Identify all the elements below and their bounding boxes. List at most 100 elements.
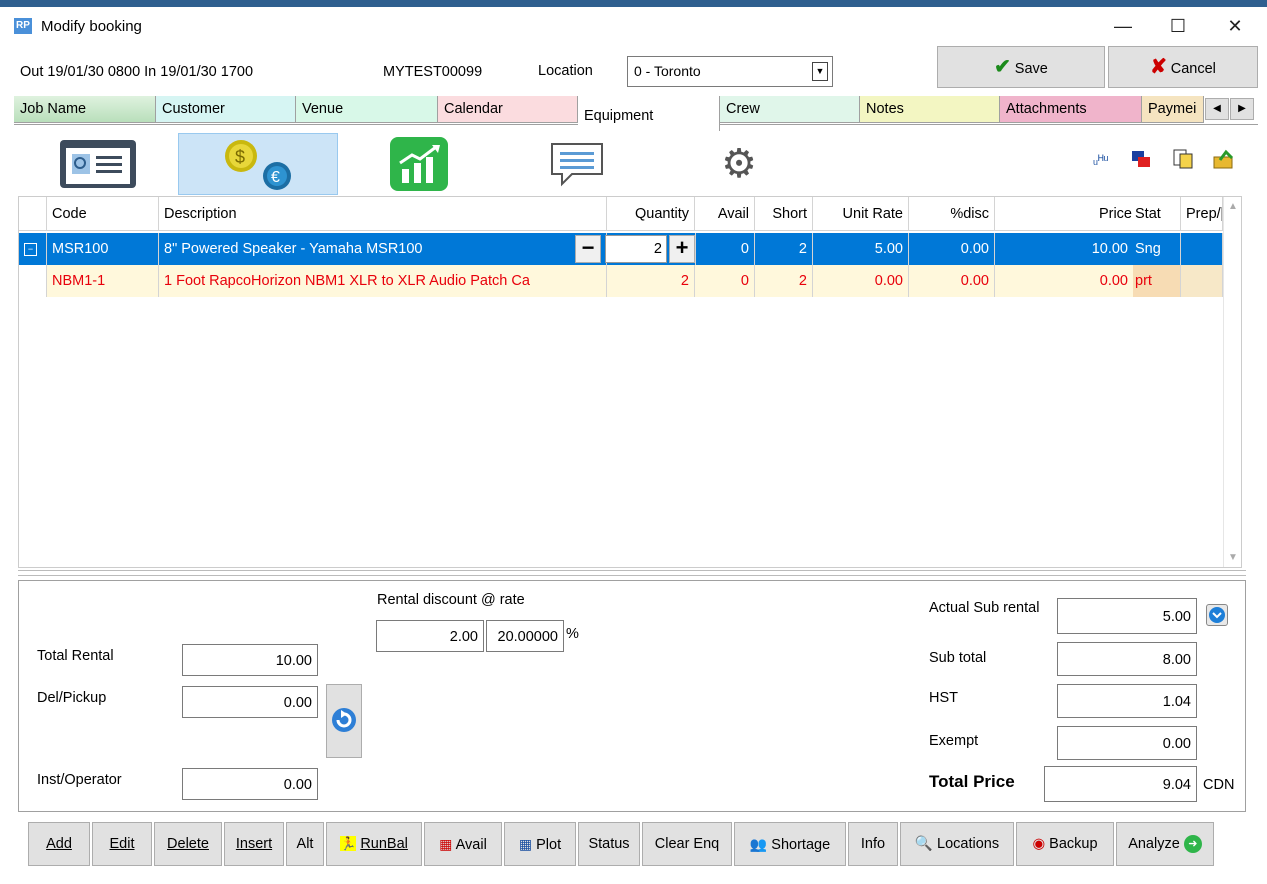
del-pickup-label: Del/Pickup xyxy=(37,690,107,706)
table-row[interactable]: NBM1-1 1 Foot RapcoHorizon NBM1 XLR to X… xyxy=(19,265,1223,297)
header-unit-rate[interactable]: Unit Rate xyxy=(813,197,909,231)
cell-stat[interactable]: Sng xyxy=(1133,233,1181,265)
backup-button[interactable]: ◉ Backup xyxy=(1016,822,1114,866)
total-price-field[interactable]: 9.04 xyxy=(1044,766,1197,802)
del-pickup-field[interactable]: 0.00 xyxy=(182,686,318,718)
locations-button[interactable]: 🔍 Locations xyxy=(900,822,1014,866)
currency-label: CDN xyxy=(1203,777,1235,793)
cell-unit-rate[interactable]: 0.00 xyxy=(813,265,909,297)
avail-button[interactable]: ▦ Avail xyxy=(424,822,502,866)
cell-code[interactable]: MSR100 xyxy=(47,233,159,265)
chevron-down-icon[interactable]: ▼ xyxy=(812,62,828,81)
save-button[interactable]: ✔ Save xyxy=(937,46,1105,88)
cell-avail[interactable]: 0 xyxy=(695,233,755,265)
tab-attachments[interactable]: Attachments xyxy=(1000,96,1142,123)
alt-button[interactable]: Alt xyxy=(286,822,324,866)
tab-payments[interactable]: Paymei xyxy=(1142,96,1204,123)
gear-icon[interactable]: ⚙ xyxy=(718,143,760,185)
exempt-field[interactable]: 0.00 xyxy=(1057,726,1197,760)
location-select[interactable]: 0 - Toronto ▼ xyxy=(627,56,833,87)
cell-short[interactable]: 2 xyxy=(755,265,813,297)
rental-discount-amount-field[interactable]: 2.00 xyxy=(376,620,484,652)
tab-equipment[interactable]: Equipment xyxy=(578,96,720,131)
chart-growth-icon[interactable] xyxy=(388,135,450,193)
info-button[interactable]: Info xyxy=(848,822,898,866)
message-icon[interactable] xyxy=(548,140,606,190)
tab-scroll-right-button[interactable]: ▶ xyxy=(1230,98,1254,120)
quantity-input[interactable]: 2 xyxy=(605,235,667,263)
cancel-button[interactable]: ✘ Cancel xyxy=(1108,46,1258,88)
row-indicator[interactable] xyxy=(19,265,47,297)
cell-description[interactable]: 1 Foot RapcoHorizon NBM1 XLR to XLR Audi… xyxy=(159,265,607,297)
grid-scrollbar[interactable]: ▲ ▼ xyxy=(1223,197,1241,567)
cell-disc[interactable]: 0.00 xyxy=(909,233,995,265)
cell-price[interactable]: 10.00 xyxy=(995,233,1133,265)
export-icon[interactable] xyxy=(1212,148,1234,170)
header-code[interactable]: Code xyxy=(47,197,159,231)
rental-discount-rate-field[interactable]: 20.00000 xyxy=(486,620,564,652)
add-button[interactable]: Add xyxy=(28,822,90,866)
cell-short[interactable]: 2 xyxy=(755,233,813,265)
sort-icon[interactable]: ᵤᴴᵘ xyxy=(1093,152,1109,167)
cell-price[interactable]: 0.00 xyxy=(995,265,1133,297)
cell-code[interactable]: NBM1-1 xyxy=(47,265,159,297)
close-button[interactable]: ✕ xyxy=(1212,10,1258,42)
cell-unit-rate[interactable]: 5.00 xyxy=(813,233,909,265)
total-rental-field[interactable]: 10.00 xyxy=(182,644,318,676)
tab-notes[interactable]: Notes xyxy=(860,96,1000,123)
hst-field[interactable]: 1.04 xyxy=(1057,684,1197,718)
tab-scroll-left-button[interactable]: ◀ xyxy=(1205,98,1229,120)
analyze-button[interactable]: Analyze ➜ xyxy=(1116,822,1214,866)
cell-description[interactable]: 8" Powered Speaker - Yamaha MSR100 xyxy=(159,233,607,265)
tab-customer[interactable]: Customer xyxy=(156,96,296,123)
scroll-up-icon[interactable]: ▲ xyxy=(1224,201,1241,212)
header-disc[interactable]: %disc xyxy=(909,197,995,231)
header-avail[interactable]: Avail xyxy=(695,197,755,231)
tab-venue[interactable]: Venue xyxy=(296,96,438,123)
delete-label: Delete xyxy=(167,836,209,852)
cell-avail[interactable]: 0 xyxy=(695,265,755,297)
insert-button[interactable]: Insert xyxy=(224,822,284,866)
decrement-button[interactable]: − xyxy=(575,235,601,263)
splitter[interactable] xyxy=(18,570,1246,576)
recalculate-button[interactable] xyxy=(326,684,362,758)
header-quantity[interactable]: Quantity xyxy=(607,197,695,231)
header-price[interactable]: Price xyxy=(995,197,1137,231)
cell-stat[interactable]: prt xyxy=(1133,265,1181,297)
actual-sub-rental-field[interactable]: 5.00 xyxy=(1057,598,1197,634)
header-prep[interactable]: Prep/[ xyxy=(1181,197,1223,231)
cell-prep[interactable] xyxy=(1181,265,1223,297)
maximize-button[interactable]: ☐ xyxy=(1155,10,1201,42)
increment-button[interactable]: + xyxy=(669,235,695,263)
header-description[interactable]: Description xyxy=(159,197,607,231)
copy-icon[interactable] xyxy=(1172,148,1194,170)
delete-button[interactable]: Delete xyxy=(154,822,222,866)
header-stat[interactable]: Stat xyxy=(1133,197,1181,231)
move-icon[interactable] xyxy=(1130,148,1152,170)
edit-button[interactable]: Edit xyxy=(92,822,152,866)
scroll-down-icon[interactable]: ▼ xyxy=(1224,552,1241,563)
equipment-grid[interactable]: Code Description Quantity Avail Short Un… xyxy=(18,196,1242,568)
cell-quantity[interactable]: 2 xyxy=(607,265,695,297)
cell-prep[interactable] xyxy=(1181,233,1223,265)
location-value: 0 - Toronto xyxy=(634,63,701,79)
tab-crew[interactable]: Crew xyxy=(720,96,860,123)
inst-operator-field[interactable]: 0.00 xyxy=(182,768,318,800)
plot-button[interactable]: ▦ Plot xyxy=(504,822,576,866)
details-view-icon[interactable] xyxy=(58,138,138,190)
sub-total-field[interactable]: 8.00 xyxy=(1057,642,1197,676)
shortage-button[interactable]: 👥 Shortage xyxy=(734,822,846,866)
tab-job-name[interactable]: Job Name xyxy=(14,96,156,123)
table-row[interactable]: − MSR100 8" Powered Speaker - Yamaha MSR… xyxy=(19,233,1223,265)
app-icon: RP xyxy=(14,18,32,34)
pricing-view-button[interactable]: $ € xyxy=(178,133,338,195)
cell-disc[interactable]: 0.00 xyxy=(909,265,995,297)
status-button[interactable]: Status xyxy=(578,822,640,866)
tab-calendar[interactable]: Calendar xyxy=(438,96,578,123)
clear-enq-button[interactable]: Clear Enq xyxy=(642,822,732,866)
sub-rental-detail-button[interactable] xyxy=(1206,604,1228,626)
header-short[interactable]: Short xyxy=(755,197,813,231)
minimize-button[interactable]: — xyxy=(1100,10,1146,42)
runbal-button[interactable]: 🏃 RunBal xyxy=(326,822,422,866)
row-indicator[interactable]: − xyxy=(19,233,47,265)
